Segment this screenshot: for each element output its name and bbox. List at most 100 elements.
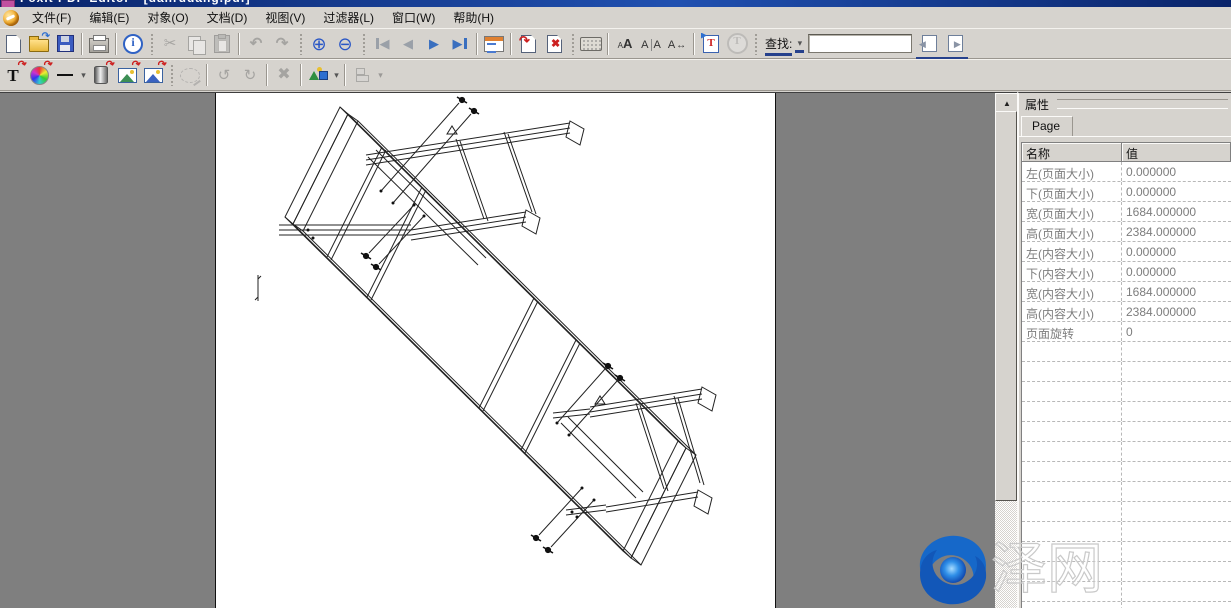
tab-page[interactable]: Page [1021,116,1073,136]
paste-button[interactable] [209,32,235,56]
property-name[interactable]: 宽(内容大小) [1022,282,1122,301]
property-value[interactable]: 2384.000000 [1122,222,1231,241]
document-page[interactable] [215,93,776,608]
menu-file[interactable]: 文件(F) [23,7,80,28]
property-value[interactable]: 0.000000 [1122,242,1231,261]
find-previous-button[interactable] [916,32,942,56]
find-previous-icon [922,35,937,52]
column-header-value[interactable]: 值 [1122,143,1231,162]
previous-page-button[interactable]: ◀ [395,32,421,56]
menu-edit[interactable]: 编辑(E) [80,7,138,28]
property-name[interactable]: 下(内容大小) [1022,262,1122,281]
property-name[interactable]: 高(页面大小) [1022,222,1122,241]
delete-page-button[interactable]: ✖ [541,32,567,56]
copy-button[interactable] [183,32,209,56]
shading-button[interactable]: ↷ [88,63,114,87]
property-name[interactable]: 下(页面大小) [1022,182,1122,201]
shapes-button[interactable] [305,63,331,87]
undo-button[interactable]: ↶ [243,32,269,56]
menu-filter[interactable]: 过滤器(L) [314,7,383,28]
property-name[interactable]: 页面旋转 [1022,322,1122,341]
property-name[interactable]: 左(内容大小) [1022,242,1122,261]
scrollbar-thumb[interactable] [995,111,1017,501]
property-row[interactable]: 下(内容大小)0.000000 [1022,262,1231,282]
line-style-button[interactable] [52,63,78,87]
font-scale-button[interactable] [612,32,638,56]
zoom-out-button[interactable]: ⊖ [332,32,358,56]
property-row[interactable]: 左(页面大小)0.000000 [1022,162,1231,182]
property-value[interactable]: 2384.000000 [1122,302,1231,321]
last-page-button[interactable]: ▶ [447,32,473,56]
toolbar-grip[interactable] [754,33,758,55]
keyboard-input-button[interactable] [578,32,604,56]
property-value[interactable]: 1684.000000 [1122,282,1231,301]
insert-image-button[interactable]: ↷ [140,63,166,87]
find-dropdown-arrow[interactable]: ▾ [795,38,804,49]
vertical-scrollbar[interactable]: ▲ [995,92,1017,608]
property-row[interactable]: 高(页面大小)2384.000000 [1022,222,1231,242]
char-width-button[interactable] [664,32,690,56]
window-titlebar[interactable]: Foxit PDF Editor - [danrudang.pdf] [0,0,1231,7]
property-row[interactable]: 页面旋转0 [1022,322,1231,342]
open-button[interactable] [26,32,52,56]
align-dropdown[interactable]: ▾ [376,70,385,81]
align-button[interactable] [349,63,375,87]
paste-clipboard-icon [214,35,230,53]
rotate-right-button[interactable]: ↻ [237,63,263,87]
property-name [1022,442,1122,461]
save-button[interactable] [52,32,78,56]
add-text-button[interactable] [698,32,724,56]
scroll-up-button[interactable]: ▲ [995,93,1019,113]
find-next-button[interactable] [942,32,968,56]
add-text-icon [703,35,719,53]
property-row[interactable]: 高(内容大小)2384.000000 [1022,302,1231,322]
property-name[interactable]: 高(内容大小) [1022,302,1122,321]
properties-panel-header[interactable]: 属性 [1019,93,1231,115]
find-input[interactable] [808,34,912,53]
edit-image-button[interactable]: ↷ [114,63,140,87]
line-style-dropdown[interactable]: ▾ [79,70,88,81]
column-header-name[interactable]: 名称 [1022,143,1122,162]
next-page-button[interactable]: ▶ [421,32,447,56]
property-name[interactable]: 左(页面大小) [1022,162,1122,181]
toolbar-grip[interactable] [150,33,154,55]
property-row[interactable]: 宽(页面大小)1684.000000 [1022,202,1231,222]
property-value[interactable]: 0.000000 [1122,162,1231,181]
select-object-button[interactable] [177,63,203,87]
property-value[interactable]: 0.000000 [1122,182,1231,201]
property-name[interactable]: 宽(页面大小) [1022,202,1122,221]
menu-document[interactable]: 文档(D) [198,7,257,28]
property-row[interactable]: 宽(内容大小)1684.000000 [1022,282,1231,302]
toolbar-grip[interactable] [299,33,303,55]
menu-view[interactable]: 视图(V) [256,7,314,28]
cut-button[interactable]: ✂ [157,32,183,56]
canvas-area[interactable] [0,92,995,608]
menu-window[interactable]: 窗口(W) [383,7,444,28]
menu-help[interactable]: 帮助(H) [444,7,503,28]
property-value[interactable]: 1684.000000 [1122,202,1231,221]
delete-object-button[interactable]: ✖ [271,63,297,87]
menu-object[interactable]: 对象(O) [138,7,197,28]
shapes-dropdown[interactable]: ▾ [332,70,341,81]
insert-page-button[interactable]: ↷ [515,32,541,56]
first-page-button[interactable]: ◀ [369,32,395,56]
property-name [1022,582,1122,601]
edit-text-button[interactable]: T↷ [0,63,26,87]
property-value[interactable]: 0.000000 [1122,262,1231,281]
document-info-button[interactable] [120,32,146,56]
redo-button[interactable]: ↷ [269,32,295,56]
toolbar-grip[interactable] [170,64,174,86]
zoom-in-button[interactable]: ⊕ [306,32,332,56]
char-spacing-button[interactable] [638,32,664,56]
color-button[interactable]: ↷ [26,63,52,87]
text-mode-button[interactable] [724,32,750,56]
toolbar-grip[interactable] [571,33,575,55]
property-row[interactable]: 下(页面大小)0.000000 [1022,182,1231,202]
rotate-left-button[interactable]: ↺ [211,63,237,87]
property-value[interactable]: 0 [1122,322,1231,341]
property-row[interactable]: 左(内容大小)0.000000 [1022,242,1231,262]
print-button[interactable] [86,32,112,56]
page-layout-button[interactable] [481,32,507,56]
new-button[interactable] [0,32,26,56]
toolbar-grip[interactable] [362,33,366,55]
